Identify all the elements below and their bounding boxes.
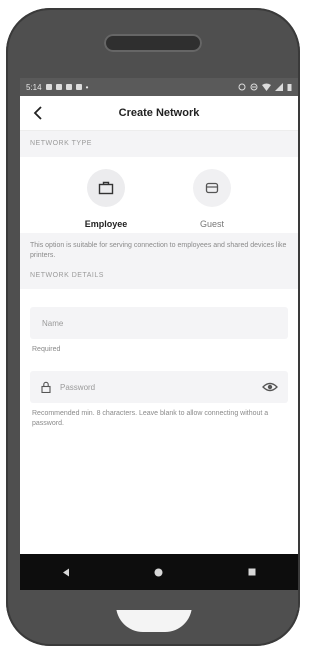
network-type-header: NETWORK TYPE <box>20 131 298 157</box>
status-time: 5:14 <box>26 82 42 92</box>
notification-icon <box>45 84 52 90</box>
network-type-description: This option is suitable for serving conn… <box>20 233 298 263</box>
name-field[interactable] <box>30 307 288 339</box>
wifi-icon <box>262 83 271 91</box>
password-input[interactable] <box>58 381 262 393</box>
nav-home-button[interactable] <box>154 567 164 577</box>
triangle-back-icon <box>63 568 70 576</box>
status-bar: 5:14 • <box>20 78 298 96</box>
type-option-employee[interactable]: Employee <box>71 169 141 233</box>
lock-icon <box>41 381 51 393</box>
chevron-left-icon <box>33 106 42 120</box>
minus-circle-icon <box>250 83 258 91</box>
phone-speaker <box>104 34 202 52</box>
network-type-selector: Employee Guest <box>20 157 298 233</box>
page-title: Create Network <box>118 107 200 119</box>
guest-icon <box>205 182 219 194</box>
back-button[interactable] <box>30 104 48 122</box>
type-label-employee: Employee <box>84 219 128 229</box>
type-icon-circle <box>193 169 231 207</box>
nav-recents-button[interactable] <box>247 567 257 577</box>
phone-bezel-bottom <box>20 590 298 610</box>
eye-icon[interactable] <box>262 381 278 393</box>
name-helper-text: Required <box>32 346 61 353</box>
network-details-header: NETWORK DETAILS <box>20 263 298 289</box>
notification-icon <box>55 84 62 90</box>
password-helper-text: Recommended min. 8 characters. Leave bla… <box>32 410 269 427</box>
alarm-icon <box>238 83 246 91</box>
type-icon-circle <box>87 169 125 207</box>
password-field[interactable] <box>30 371 288 403</box>
app-bar: Create Network <box>20 96 298 131</box>
battery-icon <box>287 84 292 91</box>
notification-icon <box>75 84 82 90</box>
signal-icon <box>275 83 283 91</box>
notification-icon <box>65 84 72 90</box>
app-screen: 5:14 • Create Network NETWORK TYPE Emplo… <box>20 78 298 610</box>
name-input[interactable] <box>40 317 278 329</box>
type-label-guest: Guest <box>199 219 224 229</box>
square-recents-icon <box>248 568 256 576</box>
circle-home-icon <box>154 568 163 576</box>
type-option-guest[interactable]: Guest <box>177 169 247 233</box>
briefcase-icon <box>98 181 114 195</box>
status-indicator: • <box>85 82 89 92</box>
android-nav-bar <box>20 554 298 590</box>
nav-back-button[interactable] <box>61 567 71 577</box>
